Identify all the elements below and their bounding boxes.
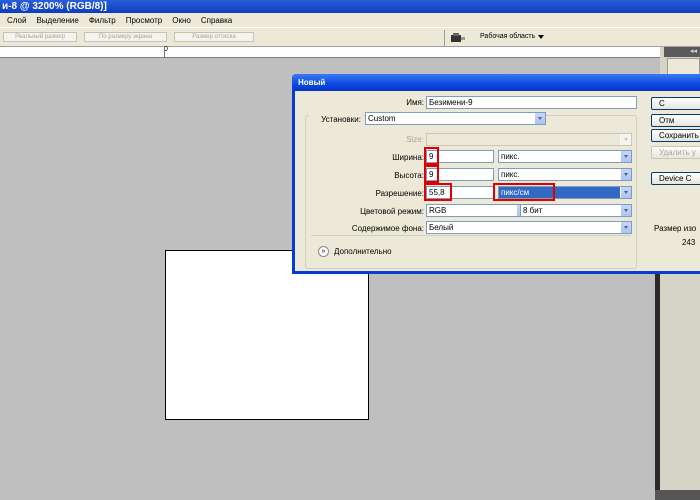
- collapse-icon[interactable]: ◂◂: [690, 48, 697, 55]
- preset-value: Custom: [368, 114, 396, 123]
- name-field[interactable]: Безимени-9: [426, 96, 637, 109]
- bit-depth-value: 8 бит: [523, 206, 543, 215]
- image-size-label: Размер изо: [654, 224, 697, 233]
- height-highlight: [424, 165, 439, 183]
- chevron-down-icon[interactable]: [620, 169, 631, 180]
- dialog-body: Имя: Безимени-9 Установки: Custom Size: …: [295, 91, 700, 271]
- ok-button[interactable]: С: [651, 97, 700, 110]
- advanced-divider: [311, 235, 631, 236]
- name-label: Имя:: [406, 98, 424, 107]
- document-canvas[interactable]: [165, 250, 369, 420]
- ruler-tick: [164, 46, 165, 57]
- color-mode-select[interactable]: RGB: [426, 204, 528, 217]
- device-central-button[interactable]: Device C: [651, 172, 700, 185]
- window-title: и-8 @ 3200% (RGB/8)]: [2, 1, 107, 12]
- chevron-down-icon: [620, 134, 631, 145]
- menu-item-help[interactable]: Справка: [196, 13, 237, 28]
- actual-pixels-button[interactable]: Реальный размер: [3, 32, 77, 42]
- size-label: Size:: [406, 135, 424, 144]
- width-unit-value: пикс.: [501, 152, 520, 161]
- delete-preset-button: Удалить у: [651, 146, 700, 159]
- resolution-unit-highlight: [493, 183, 555, 201]
- color-mode-value: RGB: [429, 206, 447, 215]
- save-preset-button[interactable]: Сохранить: [651, 129, 700, 142]
- menu-item-window[interactable]: Окно: [167, 13, 196, 28]
- chevron-down-icon[interactable]: [538, 35, 544, 39]
- height-label: Высота:: [394, 171, 424, 180]
- dialog-title-bar[interactable]: Новый: [292, 74, 700, 91]
- window-title-bar: и-8 @ 3200% (RGB/8)]: [0, 0, 700, 13]
- image-size-value: 243: [682, 238, 696, 247]
- workspace-label[interactable]: Рабочая область: [480, 31, 535, 43]
- chevron-down-icon[interactable]: [620, 187, 631, 198]
- scrollbar-bottom[interactable]: [655, 490, 700, 500]
- cancel-button[interactable]: Отм: [651, 114, 700, 127]
- chevron-down-icon[interactable]: [620, 222, 631, 233]
- fit-screen-button[interactable]: По размеру экрана: [84, 32, 167, 42]
- chevron-down-circle-icon[interactable]: »: [318, 246, 329, 257]
- width-highlight: [424, 147, 439, 165]
- background-select[interactable]: Белый: [426, 221, 632, 234]
- workspace-icon[interactable]: [451, 33, 465, 43]
- menu-bar: Слой Выделение Фильтр Просмотр Окно Спра…: [0, 13, 700, 28]
- menu-item-view[interactable]: Просмотр: [121, 13, 168, 28]
- panel-collapse-strip[interactable]: ◂◂: [664, 47, 700, 57]
- options-separator: [444, 30, 445, 46]
- options-bar: Реальный размер По размеру экрана Размер…: [0, 28, 700, 47]
- new-document-dialog: Новый Имя: Безимени-9 Установки: Custom …: [292, 74, 700, 274]
- chevron-down-icon[interactable]: [620, 205, 631, 216]
- dialog-title: Новый: [298, 78, 326, 87]
- height-unit-select[interactable]: пикс.: [498, 168, 632, 181]
- preset-label: Установки:: [309, 114, 363, 125]
- resolution-highlight: [424, 183, 452, 201]
- width-label: Ширина:: [392, 153, 424, 162]
- menu-item-filter[interactable]: Фильтр: [84, 13, 121, 28]
- resolution-label: Разрешение:: [375, 189, 424, 198]
- menu-item-layer[interactable]: Слой: [2, 13, 31, 28]
- background-label: Содержимое фона:: [351, 224, 424, 233]
- bit-depth-select[interactable]: 8 бит: [520, 204, 632, 217]
- menu-item-select[interactable]: Выделение: [31, 13, 83, 28]
- chevron-down-icon[interactable]: [534, 113, 545, 124]
- horizontal-ruler: 0: [0, 46, 660, 58]
- width-unit-select[interactable]: пикс.: [498, 150, 632, 163]
- print-size-button[interactable]: Размер оттиска: [174, 32, 254, 42]
- chevron-down-icon[interactable]: [620, 151, 631, 162]
- height-unit-value: пикс.: [501, 170, 520, 179]
- color-mode-label: Цветовой режим:: [360, 207, 424, 216]
- background-value: Белый: [429, 223, 454, 232]
- size-select: [426, 133, 632, 146]
- advanced-toggle-label[interactable]: Дополнительно: [334, 246, 392, 257]
- preset-select[interactable]: Custom: [365, 112, 546, 125]
